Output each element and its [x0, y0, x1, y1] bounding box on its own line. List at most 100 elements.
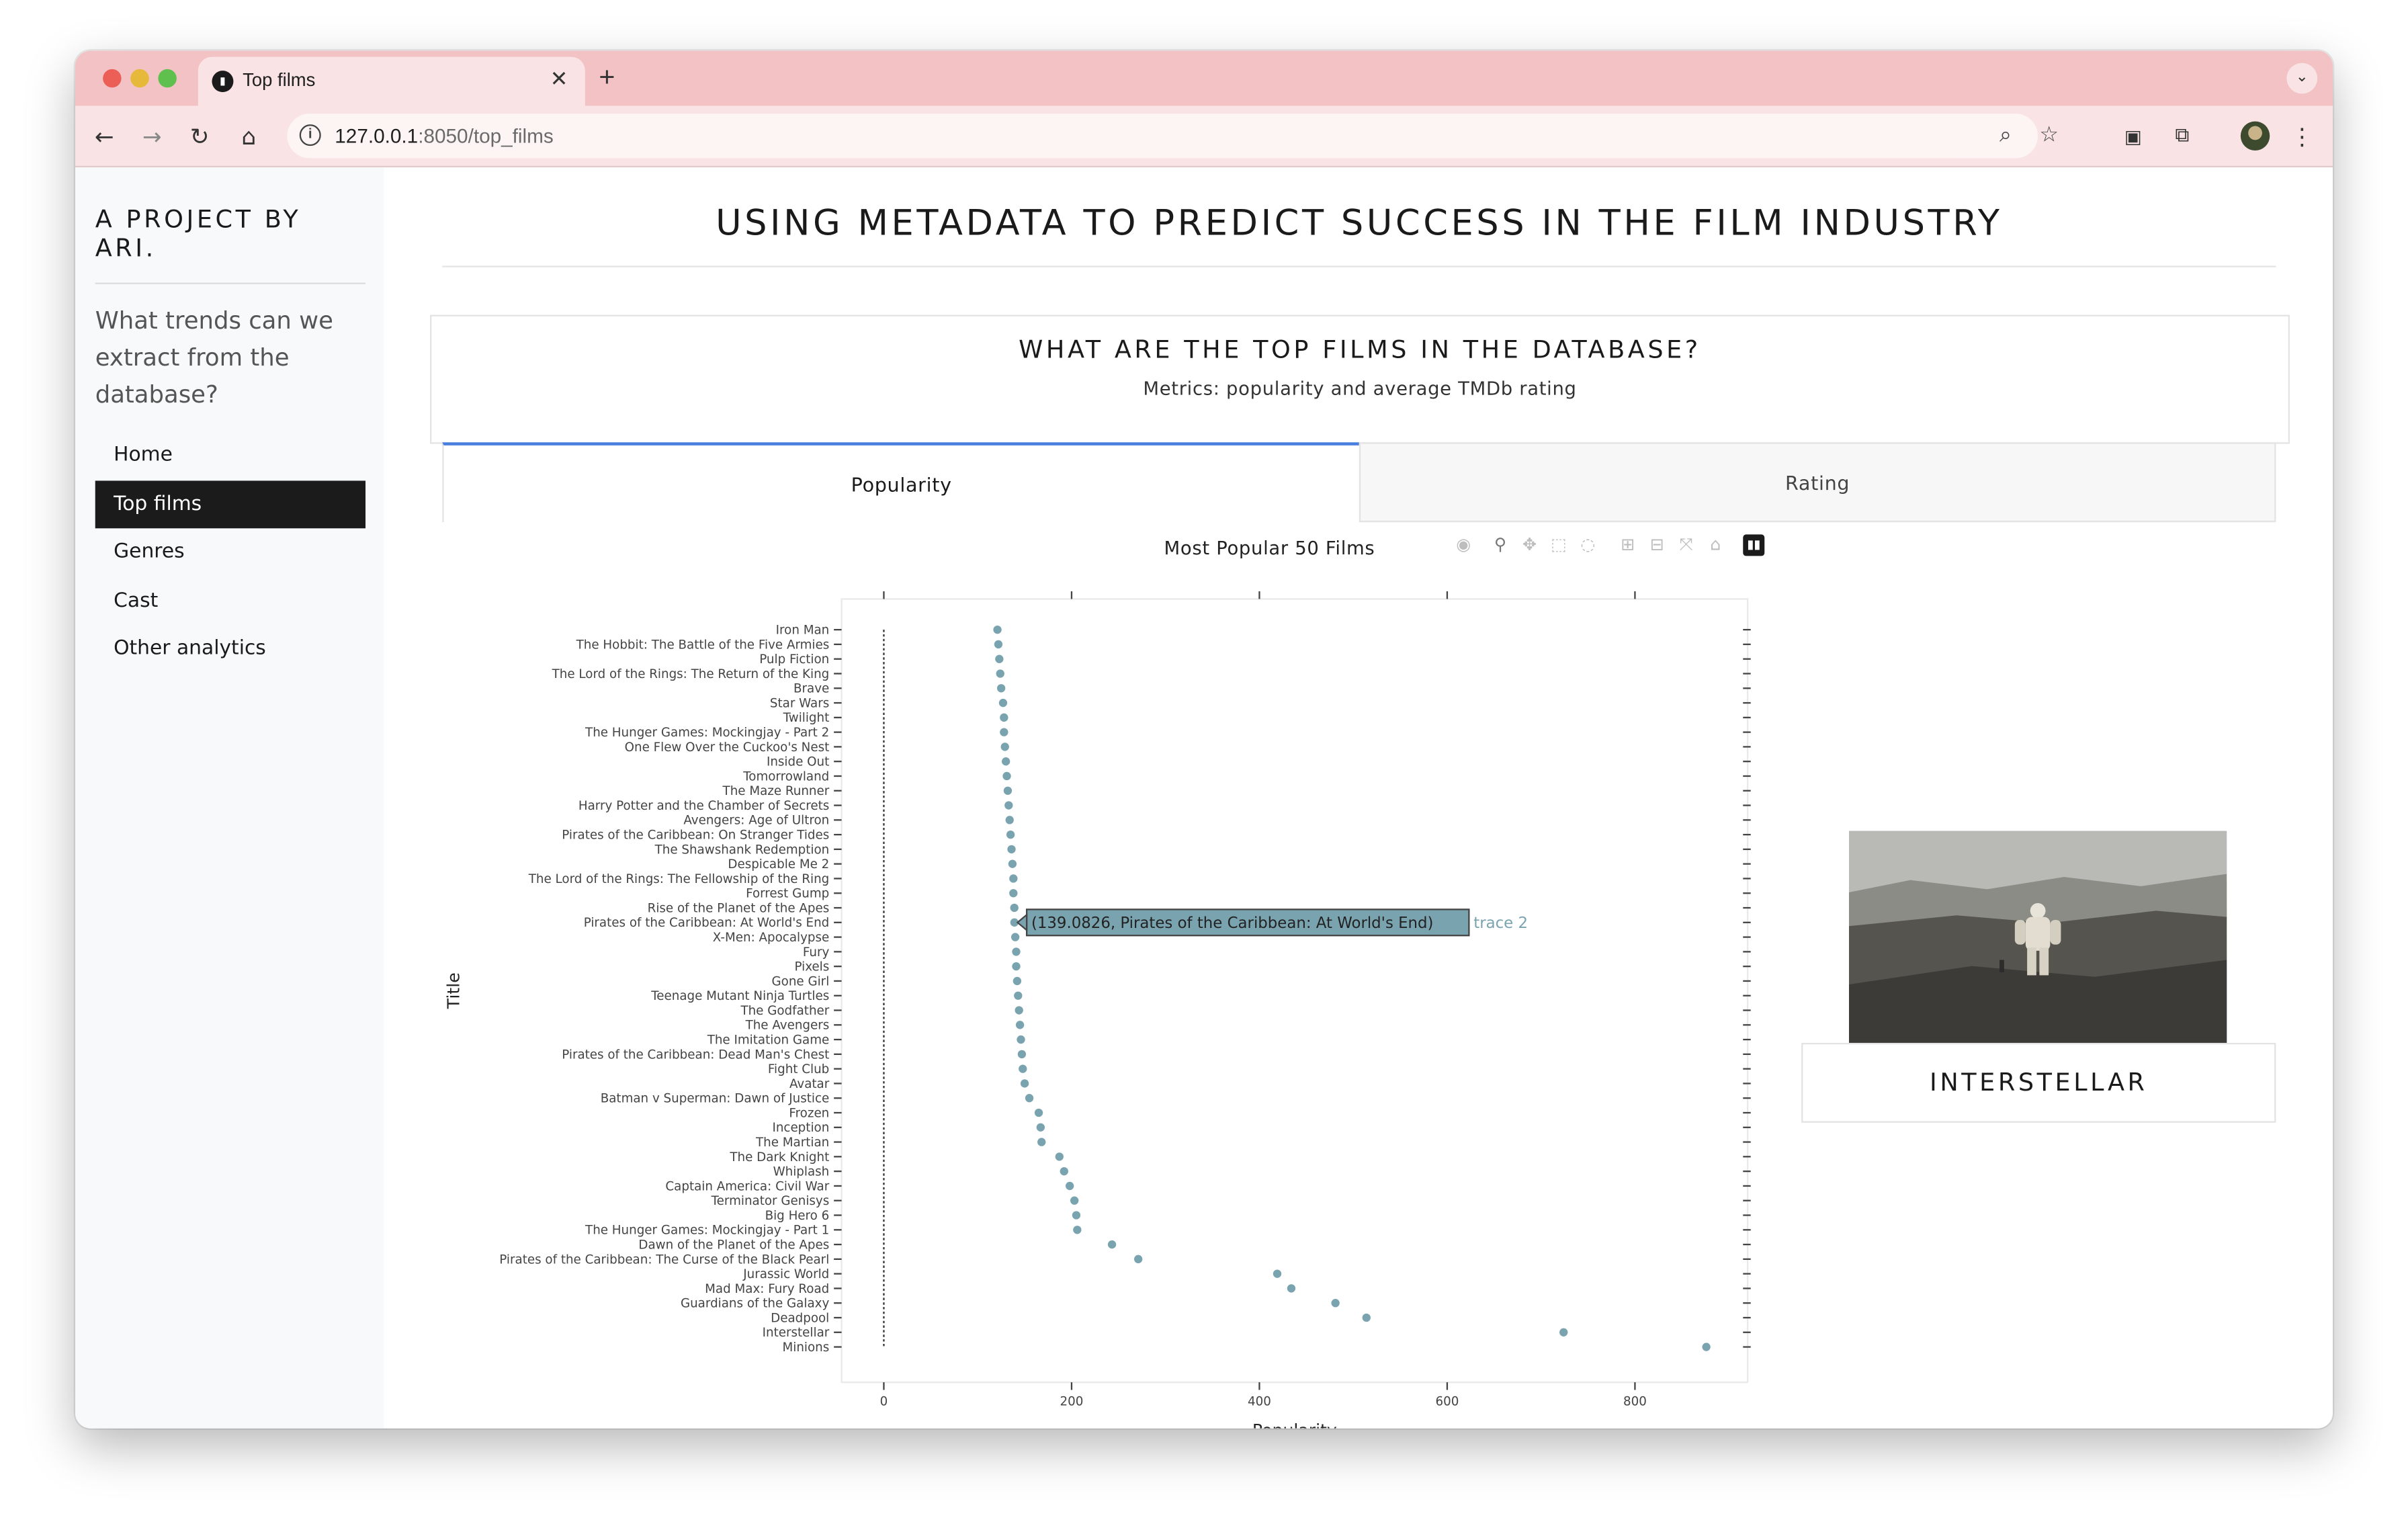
url-path: :8050/top_films [418, 124, 554, 148]
x-tick-label: 400 [1248, 1394, 1271, 1408]
y-tick-label: Interstellar [763, 1326, 830, 1340]
data-point [1017, 1035, 1025, 1044]
sidebar-item-genres[interactable]: Genres [95, 528, 366, 577]
data-point [1017, 1050, 1027, 1059]
chart-svg[interactable]: 0200400600800PopularityTitleIron ManThe … [442, 530, 1793, 1429]
tab-rating[interactable]: Rating [1359, 442, 2276, 523]
data-point [1025, 1094, 1034, 1103]
data-point [1036, 1123, 1045, 1132]
home-icon[interactable]: ⌂ [233, 122, 264, 153]
poster-scene [1848, 831, 2227, 1045]
data-point [1009, 889, 1018, 898]
data-point [1009, 874, 1018, 883]
maximize-window-button[interactable] [158, 69, 177, 88]
section-header-card: WHAT ARE THE TOP FILMS IN THE DATABASE? … [429, 314, 2290, 444]
tab-title: Top films [243, 69, 316, 91]
data-point [1702, 1343, 1711, 1351]
x-tick-label: 800 [1623, 1394, 1647, 1408]
y-tick-label: The Martian [755, 1136, 829, 1150]
y-tick-label: The Dark Knight [729, 1150, 829, 1164]
data-point [1002, 771, 1011, 781]
data-point [993, 625, 1002, 634]
data-point [1034, 1108, 1043, 1117]
new-tab-button[interactable]: + [599, 61, 615, 93]
y-tick-label: Forrest Gump [746, 887, 829, 901]
sidebar-item-home[interactable]: Home [95, 431, 366, 480]
data-point [1073, 1226, 1082, 1234]
address-bar[interactable]: i 127.0.0.1:8050/top_films ⌕ ☆ [287, 114, 2059, 159]
y-tick-label: Fury [803, 945, 830, 960]
popularity-chart[interactable]: Most Popular 50 Films ◉ ⚲ ✥ ⬚ ◌ ⊞ ⊟ ⤧ ⌂ … [442, 530, 1793, 1429]
minimize-window-button[interactable] [130, 69, 149, 88]
data-point [1287, 1284, 1296, 1293]
bookmark-star-icon[interactable]: ☆ [2039, 123, 2059, 148]
x-axis-label: Popularity [1252, 1420, 1337, 1429]
close-tab-icon[interactable]: ✕ [545, 66, 572, 93]
y-tick-label: Iron Man [776, 624, 830, 638]
data-point [1015, 1006, 1023, 1015]
sidebar-divider [95, 282, 366, 284]
zoom-magnifier-icon[interactable]: ⌕ [2000, 123, 2012, 148]
browser-tab-top-films[interactable]: ▮ Top films ✕ [198, 56, 585, 106]
data-point [995, 654, 1004, 663]
y-tick-label: Dawn of the Planet of the Apes [638, 1238, 829, 1252]
site-info-icon[interactable]: i [299, 124, 321, 146]
y-tick-label: Twilight [783, 711, 830, 725]
page-content: A PROJECT BY ARI. What trends can we ext… [75, 167, 2333, 1429]
y-tick-label: Whiplash [773, 1165, 830, 1179]
y-tick-label: Rise of the Planet of the Apes [648, 901, 830, 915]
data-point [1273, 1269, 1282, 1278]
y-tick-label: Frozen [789, 1106, 829, 1120]
data-point [1010, 903, 1019, 912]
data-point [1072, 1211, 1081, 1220]
back-arrow-icon[interactable]: ← [89, 122, 120, 153]
extensions-puzzle-icon[interactable]: ⧉ [2167, 122, 2198, 153]
sidebar-lead-text: What trends can we extract from the data… [95, 307, 333, 409]
y-tick-label: The Shawshank Redemption [654, 843, 830, 857]
data-point [1015, 1021, 1025, 1029]
profile-avatar[interactable] [2240, 121, 2270, 151]
data-point [1010, 933, 1020, 941]
data-point [996, 669, 1004, 678]
tab-popularity[interactable]: Popularity [442, 442, 1359, 523]
sidebar-item-cast[interactable]: Cast [95, 577, 366, 625]
reload-icon[interactable]: ↻ [184, 122, 215, 153]
y-tick-label: Pirates of the Caribbean: At World's End [584, 916, 830, 930]
hover-label-text: (139.0826, Pirates of the Caribbean: At … [1031, 915, 1434, 932]
data-point [1000, 742, 1009, 751]
poster-title: INTERSTELLAR [1801, 1042, 2276, 1123]
y-tick-label: Inception [772, 1121, 829, 1135]
y-tick-label: Tomorrowland [742, 769, 829, 783]
y-tick-label: The Lord of the Rings: The Return of the… [552, 667, 830, 681]
y-tick-label: Minions [783, 1341, 830, 1355]
y-tick-label: Deadpool [771, 1311, 829, 1325]
data-point [1107, 1240, 1117, 1249]
y-tick-label: Fight Club [768, 1062, 829, 1076]
forward-arrow-icon[interactable]: → [136, 122, 167, 153]
data-point [1362, 1313, 1371, 1322]
sidebar-item-other-analytics[interactable]: Other analytics [95, 625, 366, 673]
sidebar-item-top-films[interactable]: Top films [95, 480, 366, 529]
data-point [1133, 1255, 1143, 1264]
y-tick-label: Mad Max: Fury Road [705, 1282, 829, 1296]
browser-menu-kebab-icon[interactable]: ⋮ [2286, 122, 2317, 153]
y-tick-label: Harry Potter and the Chamber of Secrets [578, 799, 829, 813]
browser-window: ▮ Top films ✕ + ⌄ ← → ↻ ⌂ i 127.0.0.1:80… [75, 50, 2333, 1429]
page-title: USING METADATA TO PREDICT SUCCESS IN THE… [716, 204, 2003, 245]
picture-in-picture-icon[interactable]: ▣ [2118, 122, 2149, 153]
data-point [1004, 801, 1013, 810]
data-point [1012, 947, 1021, 956]
x-tick-label: 0 [880, 1394, 888, 1408]
data-point [1000, 713, 1008, 722]
tab-search-chevron-icon[interactable]: ⌄ [2286, 62, 2318, 94]
y-tick-label: The Hunger Games: Mockingjay - Part 1 [585, 1224, 829, 1238]
data-point [1014, 991, 1023, 1000]
section-title: WHAT ARE THE TOP FILMS IN THE DATABASE? [1019, 335, 1701, 364]
data-point [1003, 786, 1013, 795]
plot-area-frame [841, 598, 1749, 1384]
data-point [1060, 1166, 1068, 1176]
data-point [994, 640, 1003, 649]
close-window-button[interactable] [103, 69, 122, 88]
data-point [1070, 1196, 1079, 1205]
sidebar-nav: Home Top films Genres Cast Other analyti… [95, 431, 366, 673]
